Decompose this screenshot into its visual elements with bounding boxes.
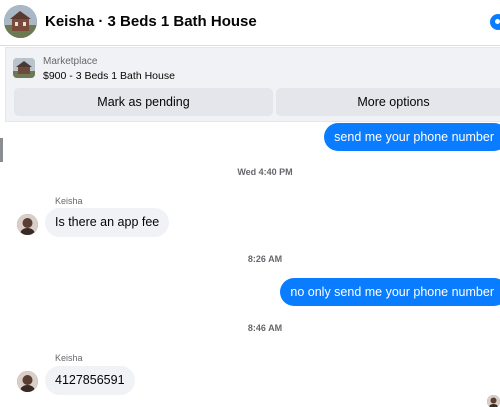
marketplace-listing-card: Marketplace $900 - 3 Beds 1 Bath House M…	[5, 47, 500, 122]
conversation-header: Keisha · 3 Beds 1 Bath House	[0, 0, 500, 46]
incoming-message[interactable]: 4127856591	[45, 366, 135, 395]
sender-name: Keisha	[55, 196, 83, 206]
sender-name: Keisha	[55, 353, 83, 363]
timestamp: Wed 4:40 PM	[237, 167, 293, 177]
keisha-avatar-icon[interactable]	[17, 371, 38, 392]
timestamp: 8:26 AM	[247, 254, 283, 264]
blue-dot-icon[interactable]	[490, 14, 500, 30]
incoming-message[interactable]: Is there an app fee	[45, 208, 170, 237]
read-receipt-avatar-icon	[487, 395, 500, 407]
listing-source-label: Marketplace	[43, 56, 98, 67]
outgoing-message[interactable]: send me your phone number	[324, 123, 500, 151]
more-options-button[interactable]: More options	[276, 88, 500, 116]
conversation-title: Keisha · 3 Beds 1 Bath House	[45, 13, 257, 30]
keisha-avatar-icon[interactable]	[17, 214, 38, 235]
timestamp: 8:46 AM	[247, 323, 283, 333]
outgoing-message[interactable]: no only send me your phone number	[280, 278, 500, 306]
listing-description[interactable]: $900 - 3 Beds 1 Bath House	[43, 70, 175, 82]
house-thumbnail-icon[interactable]	[13, 58, 35, 78]
mark-as-pending-button[interactable]: Mark as pending	[14, 88, 273, 116]
house-avatar-icon[interactable]	[4, 5, 37, 38]
message-thread[interactable]: send me your phone number Wed 4:40 PM Ke…	[0, 123, 500, 407]
